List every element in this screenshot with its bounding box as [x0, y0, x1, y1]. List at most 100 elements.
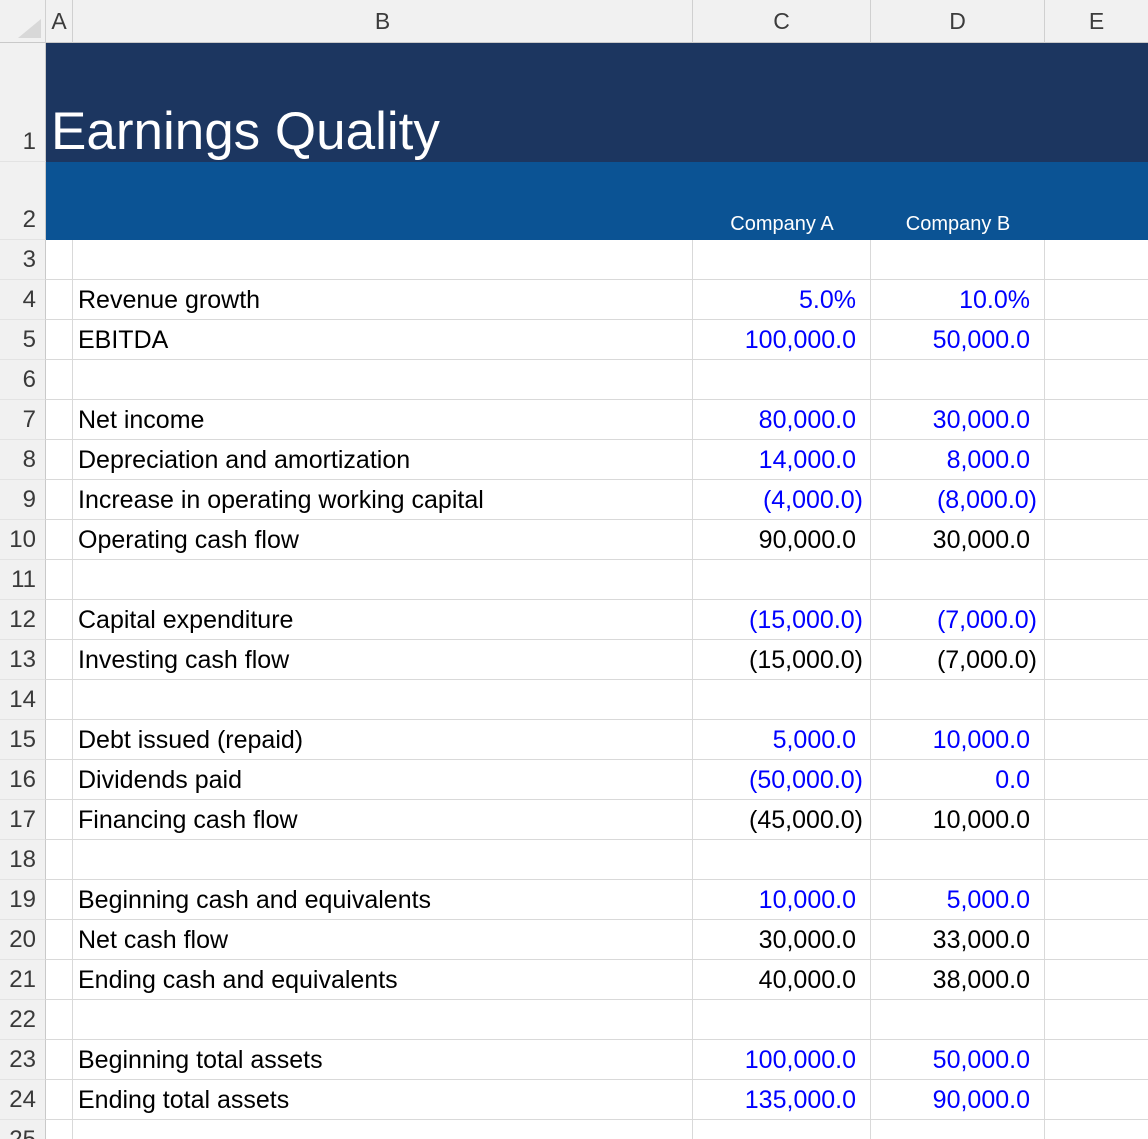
cell-company-a-value[interactable]: 90,000.0: [693, 520, 871, 560]
cell-column-a[interactable]: [46, 760, 73, 800]
company-b-header-cell[interactable]: Company B: [871, 214, 1045, 234]
cell-column-e[interactable]: [1045, 360, 1148, 400]
cell-column-e[interactable]: [1045, 1000, 1148, 1040]
cell-company-a-value[interactable]: (15,000.0): [693, 640, 871, 680]
row-number[interactable]: 21: [0, 960, 46, 1000]
row-number[interactable]: 6: [0, 360, 46, 400]
cell-company-a-value[interactable]: (50,000.0): [693, 760, 871, 800]
cell-company-a-value[interactable]: 80,000.0: [693, 400, 871, 440]
cell-column-e[interactable]: [1045, 720, 1148, 760]
cell-column-e[interactable]: [1045, 760, 1148, 800]
cell-column-a[interactable]: [46, 640, 73, 680]
cell-company-a-value[interactable]: [693, 560, 871, 600]
cell-column-a[interactable]: [46, 1040, 73, 1080]
cell-company-a-value[interactable]: 40,000.0: [693, 960, 871, 1000]
row-number[interactable]: 25: [0, 1120, 46, 1139]
cell-column-a[interactable]: [46, 800, 73, 840]
cell-company-b-value[interactable]: 33,000.0: [871, 920, 1045, 960]
cell-company-b-value[interactable]: 30,000.0: [871, 520, 1045, 560]
row-number[interactable]: 8: [0, 440, 46, 480]
row-number[interactable]: 11: [0, 560, 46, 600]
cell-column-a[interactable]: [46, 840, 73, 880]
cell-company-a-value[interactable]: [693, 360, 871, 400]
row-number[interactable]: 16: [0, 760, 46, 800]
cell-company-b-value[interactable]: (7,000.0): [871, 640, 1045, 680]
row-number[interactable]: 24: [0, 1080, 46, 1120]
cell-row-label[interactable]: [73, 360, 693, 400]
cell-company-b-value[interactable]: 90,000.0: [871, 1080, 1045, 1120]
title-banner-cell[interactable]: Earnings Quality: [46, 43, 1148, 162]
cell-column-a[interactable]: [46, 920, 73, 960]
cell-row-label[interactable]: Debt issued (repaid): [73, 720, 693, 760]
cell-column-e[interactable]: [1045, 920, 1148, 960]
cell-column-e[interactable]: [1045, 400, 1148, 440]
cell-column-a[interactable]: [46, 600, 73, 640]
cell-company-b-value[interactable]: (7,000.0): [871, 600, 1045, 640]
row-number[interactable]: 14: [0, 680, 46, 720]
cell-column-a[interactable]: [46, 960, 73, 1000]
cell-company-a-value[interactable]: [693, 680, 871, 720]
cell-row-label[interactable]: Ending cash and equivalents: [73, 960, 693, 1000]
cell-row-label[interactable]: Investing cash flow: [73, 640, 693, 680]
row-number[interactable]: 5: [0, 320, 46, 360]
cell-column-a[interactable]: [46, 1080, 73, 1120]
cell-company-b-value[interactable]: (8,000.0): [871, 480, 1045, 520]
cell-row-label[interactable]: Financing cash flow: [73, 800, 693, 840]
cell-company-b-value[interactable]: 50,000.0: [871, 320, 1045, 360]
cell-column-e[interactable]: [1045, 1080, 1148, 1120]
cell-column-e[interactable]: [1045, 880, 1148, 920]
cell-column-e[interactable]: [1045, 600, 1148, 640]
cell-company-b-value[interactable]: 10.0%: [871, 280, 1045, 320]
cell-row-label[interactable]: Beginning total assets: [73, 1040, 693, 1080]
cell-column-a[interactable]: [46, 440, 73, 480]
cell-column-a[interactable]: [46, 480, 73, 520]
cell-row-label[interactable]: Operating cash flow: [73, 520, 693, 560]
cell-company-b-value[interactable]: [871, 240, 1045, 280]
cell-company-a-value[interactable]: (15,000.0): [693, 600, 871, 640]
column-header-e[interactable]: E: [1045, 0, 1148, 43]
cell-company-b-value[interactable]: [871, 680, 1045, 720]
column-header-c[interactable]: C: [693, 0, 871, 43]
cell-column-e[interactable]: [1045, 680, 1148, 720]
cell-column-e[interactable]: [1045, 440, 1148, 480]
cell-company-b-value[interactable]: 30,000.0: [871, 400, 1045, 440]
cell-row-label[interactable]: EBITDA: [73, 320, 693, 360]
row-number[interactable]: 7: [0, 400, 46, 440]
cell-row-label[interactable]: Revenue growth: [73, 280, 693, 320]
row-number[interactable]: 19: [0, 880, 46, 920]
cell-column-a[interactable]: [46, 400, 73, 440]
cell-company-b-value[interactable]: 10,000.0: [871, 720, 1045, 760]
column-header-b[interactable]: B: [73, 0, 693, 43]
cell-company-a-value[interactable]: [693, 1120, 871, 1139]
row-number-1[interactable]: 1: [0, 43, 46, 162]
cell-company-b-value[interactable]: 0.0: [871, 760, 1045, 800]
row-number[interactable]: 10: [0, 520, 46, 560]
cell-row-label[interactable]: [73, 1000, 693, 1040]
cell-column-e[interactable]: [1045, 640, 1148, 680]
row-number[interactable]: 3: [0, 240, 46, 280]
cell-company-a-value[interactable]: [693, 1000, 871, 1040]
cell-company-a-value[interactable]: (45,000.0): [693, 800, 871, 840]
cell-column-a[interactable]: [46, 360, 73, 400]
cell-column-e[interactable]: [1045, 320, 1148, 360]
cell-company-a-value[interactable]: 100,000.0: [693, 1040, 871, 1080]
company-a-header-cell[interactable]: Company A: [693, 214, 871, 234]
row-number[interactable]: 17: [0, 800, 46, 840]
cell-row-label[interactable]: Net cash flow: [73, 920, 693, 960]
cell-column-e[interactable]: [1045, 840, 1148, 880]
cell-row-label[interactable]: [73, 840, 693, 880]
cell-column-e[interactable]: [1045, 480, 1148, 520]
row-number[interactable]: 9: [0, 480, 46, 520]
cell-column-a[interactable]: [46, 520, 73, 560]
row-number[interactable]: 13: [0, 640, 46, 680]
row-number[interactable]: 12: [0, 600, 46, 640]
cell-company-b-value[interactable]: 5,000.0: [871, 880, 1045, 920]
row-number[interactable]: 22: [0, 1000, 46, 1040]
cell-row-label[interactable]: [73, 680, 693, 720]
cell-company-a-value[interactable]: 5,000.0: [693, 720, 871, 760]
cell-row-label[interactable]: [73, 560, 693, 600]
cell-company-a-value[interactable]: [693, 840, 871, 880]
cell-row-label[interactable]: Increase in operating working capital: [73, 480, 693, 520]
cell-row-label[interactable]: Net income: [73, 400, 693, 440]
cell-company-b-value[interactable]: [871, 1000, 1045, 1040]
